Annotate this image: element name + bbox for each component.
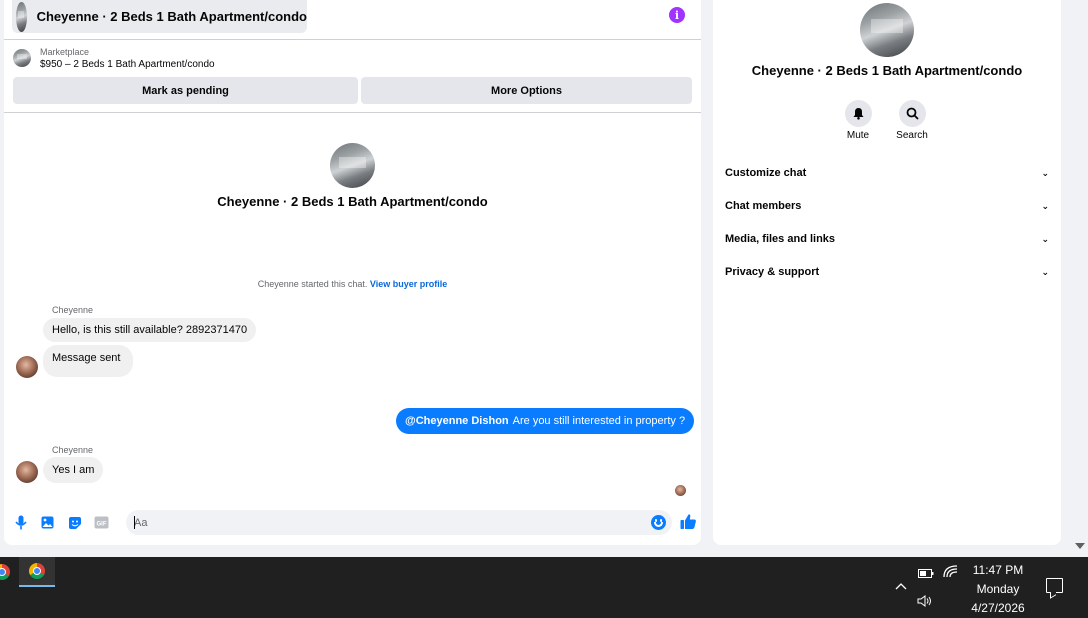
listing-summary[interactable]: Marketplace $950 – 2 Beds 1 Bath Apartme… bbox=[13, 46, 215, 71]
view-buyer-profile-link[interactable]: View buyer profile bbox=[370, 279, 447, 289]
taskbar-chrome-app-active[interactable] bbox=[19, 557, 55, 587]
photo-icon[interactable] bbox=[40, 515, 55, 530]
details-avatar[interactable] bbox=[860, 3, 914, 57]
system-clock[interactable]: 11:47 PM Monday 4/27/2026 bbox=[962, 561, 1034, 618]
microphone-icon[interactable] bbox=[13, 515, 28, 530]
sender-avatar[interactable] bbox=[16, 461, 38, 483]
chrome-icon bbox=[0, 564, 10, 580]
clock-day: Monday bbox=[976, 582, 1020, 596]
bell-icon bbox=[853, 108, 863, 120]
conversation-header-button[interactable]: Cheyenne · 2 Beds 1 Bath Apartment/condo bbox=[12, 0, 307, 33]
seen-indicator-avatar bbox=[675, 485, 686, 496]
svg-text:GIF: GIF bbox=[97, 522, 107, 528]
menu-item-label: Media, files and links bbox=[725, 233, 836, 245]
chrome-icon bbox=[29, 563, 45, 579]
chevron-down-icon: ⌄ bbox=[1041, 200, 1049, 211]
scroll-down-arrow[interactable] bbox=[1075, 543, 1085, 549]
sender-avatar[interactable] bbox=[16, 356, 38, 378]
text-caret bbox=[134, 516, 135, 529]
mark-as-pending-button[interactable]: Mark as pending bbox=[13, 77, 358, 104]
chevron-down-icon: ⌄ bbox=[1041, 167, 1049, 178]
conversation-title: Cheyenne · 2 Beds 1 Bath Apartment/condo bbox=[217, 194, 488, 209]
listing-label: Marketplace bbox=[40, 47, 90, 57]
menu-item-label: Chat members bbox=[725, 200, 802, 212]
incoming-message[interactable]: Yes I am bbox=[43, 457, 104, 483]
menu-item-label: Customize chat bbox=[725, 167, 807, 179]
chat-header: Cheyenne · 2 Beds 1 Bath Apartment/condo… bbox=[4, 0, 701, 40]
outgoing-message[interactable]: @Cheyenne Dishon Are you still intereste… bbox=[396, 408, 695, 434]
info-icon[interactable]: i bbox=[669, 7, 685, 23]
menu-privacy-support[interactable]: Privacy & support ⌄ bbox=[725, 262, 1049, 282]
emoji-icon[interactable] bbox=[651, 515, 666, 530]
chat-started-notice: Cheyenne started this chat. View buyer p… bbox=[4, 279, 701, 289]
taskbar: 11:47 PM Monday 4/27/2026 bbox=[0, 557, 1088, 618]
listing-price: $950 – 2 Beds 1 Bath Apartment/condo bbox=[40, 59, 215, 70]
chat-panel: Cheyenne · 2 Beds 1 Bath Apartment/condo… bbox=[4, 0, 701, 545]
menu-item-label: Privacy & support bbox=[725, 266, 820, 278]
sticker-icon[interactable] bbox=[67, 515, 82, 530]
more-options-button[interactable]: More Options bbox=[361, 77, 692, 104]
thumbs-up-icon[interactable] bbox=[680, 513, 697, 530]
battery-icon[interactable] bbox=[918, 567, 934, 581]
menu-media-files-links[interactable]: Media, files and links ⌄ bbox=[725, 229, 1049, 249]
gif-icon[interactable]: GIF bbox=[94, 515, 109, 530]
search-icon bbox=[906, 107, 919, 120]
chat-started-text: Cheyenne started this chat. bbox=[257, 279, 368, 289]
conversation-details-panel: Cheyenne · 2 Beds 1 Bath Apartment/condo… bbox=[713, 0, 1061, 545]
wifi-icon[interactable] bbox=[943, 565, 958, 581]
incoming-message[interactable]: Hello, is this still available? 28923714… bbox=[43, 318, 257, 342]
incoming-message[interactable]: Message sent bbox=[43, 345, 133, 377]
outgoing-message-text: Are you still interested in property ? bbox=[512, 415, 686, 427]
menu-chat-members[interactable]: Chat members ⌄ bbox=[725, 196, 1049, 216]
chevron-down-icon: ⌄ bbox=[1041, 233, 1049, 244]
message-input[interactable] bbox=[126, 510, 672, 535]
clock-time: 11:47 PM bbox=[972, 563, 1024, 577]
mute-label: Mute bbox=[846, 130, 870, 141]
sender-name: Cheyenne bbox=[52, 445, 94, 455]
chevron-down-icon: ⌄ bbox=[1041, 266, 1049, 277]
divider bbox=[4, 112, 701, 113]
mute-button[interactable]: Mute bbox=[838, 100, 878, 141]
sender-name: Cheyenne bbox=[52, 305, 94, 315]
show-hidden-icons-chevron-up-icon[interactable] bbox=[895, 579, 907, 593]
notification-center-icon[interactable] bbox=[1046, 578, 1063, 593]
menu-customize-chat[interactable]: Customize chat ⌄ bbox=[725, 163, 1049, 183]
volume-icon[interactable] bbox=[917, 595, 933, 610]
details-title: Cheyenne · 2 Beds 1 Bath Apartment/condo bbox=[751, 63, 1023, 78]
listing-thumbnail bbox=[16, 1, 27, 32]
search-button[interactable]: Search bbox=[892, 100, 932, 141]
taskbar-chrome-app[interactable] bbox=[0, 557, 20, 587]
clock-date: 4/27/2026 bbox=[971, 601, 1025, 615]
listing-small-thumbnail bbox=[13, 49, 31, 67]
header-title: Cheyenne · 2 Beds 1 Bath Apartment/condo bbox=[36, 9, 307, 24]
search-label: Search bbox=[896, 130, 928, 141]
mention[interactable]: @Cheyenne Dishon bbox=[405, 415, 509, 427]
conversation-avatar bbox=[330, 143, 375, 188]
